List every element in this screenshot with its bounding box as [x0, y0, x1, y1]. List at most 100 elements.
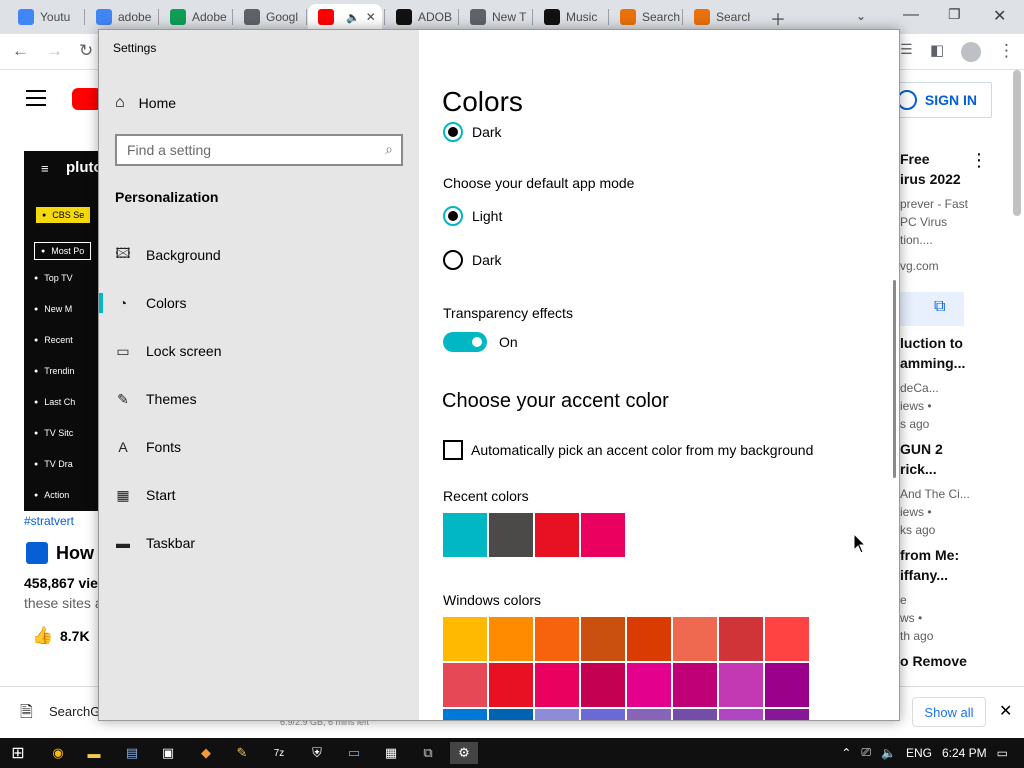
windows-color-swatch[interactable] [627, 617, 671, 661]
browser-tab[interactable]: ADOB [386, 4, 460, 30]
windows-color-swatch[interactable] [581, 663, 625, 707]
file-explorer-icon[interactable]: ▬ [80, 742, 108, 764]
side-panel-icon[interactable]: ◧ [930, 41, 944, 59]
notepad-icon[interactable]: ▤ [118, 742, 146, 764]
photos-icon[interactable]: ▣ [154, 742, 182, 764]
browser-tab[interactable]: Search [684, 4, 750, 30]
browser-tab[interactable]: adobe [86, 4, 160, 30]
close-browser-button[interactable]: ✕ [993, 6, 1006, 26]
windows-color-swatch[interactable] [627, 663, 671, 707]
windows-color-swatch[interactable] [581, 617, 625, 661]
home-nav[interactable]: ⌂ Home [115, 94, 176, 112]
back-arrow-icon[interactable]: ← [12, 41, 29, 61]
ad-link-box[interactable]: ⧉ [896, 292, 964, 326]
browser-tab[interactable]: Youtu [8, 4, 82, 30]
video-list-title[interactable]: amming... [900, 355, 965, 371]
nav-item-lock-screen[interactable]: ▭ Lock screen [99, 331, 419, 371]
browser-tab[interactable]: New T [460, 4, 534, 30]
windows-color-swatch[interactable] [765, 663, 809, 707]
find-setting-input[interactable]: Find a setting ⌕ [115, 134, 403, 166]
windows-color-swatch[interactable] [489, 709, 533, 720]
windows-color-swatch[interactable] [489, 663, 533, 707]
video-list-title[interactable]: luction to [900, 335, 963, 351]
show-all-button[interactable]: Show all [912, 697, 986, 727]
video-list-title[interactable]: o Remove [900, 653, 967, 669]
monitor-app-icon[interactable]: ▭ [340, 742, 368, 764]
app-icon-tag[interactable]: ✎ [228, 742, 256, 764]
tab-search-chevron-icon[interactable]: ⌄ [856, 9, 866, 23]
browser-tab[interactable]: Music [534, 4, 608, 30]
more-options-icon[interactable]: ⋮ [970, 150, 988, 171]
language-indicator[interactable]: ENG [906, 746, 932, 760]
calendar-app-icon[interactable]: ▦ [377, 742, 405, 764]
windows-color-swatch[interactable] [489, 617, 533, 661]
windows-color-swatch[interactable] [765, 709, 809, 720]
minimize-browser-button[interactable]: — [903, 6, 919, 24]
windows-color-swatch[interactable] [719, 709, 763, 720]
close-tab-icon[interactable]: ✕ [366, 10, 376, 24]
video-thumbnail[interactable]: ≡ pluto ● CBS Se ● Most Po ● Top TV ● New M ● Rec… [24, 151, 103, 511]
volume-icon[interactable]: 🔈 [881, 746, 896, 760]
browser-tab[interactable]: Adobe [160, 4, 234, 30]
windows-color-swatch[interactable] [443, 617, 487, 661]
reload-icon[interactable]: ↻ [79, 41, 93, 61]
windows-mode-dark-radio[interactable]: Dark [443, 122, 502, 142]
windows-color-swatch[interactable] [673, 663, 717, 707]
browser-tab[interactable]: 🔈 ✕ [308, 4, 382, 30]
browser-menu-icon[interactable]: ⋮ [998, 41, 1015, 61]
windows-color-swatch[interactable] [673, 709, 717, 720]
browser-tab[interactable]: Googl [234, 4, 308, 30]
7zip-icon[interactable]: 7z [265, 742, 293, 764]
tray-overflow-icon[interactable]: ⌃ [841, 746, 851, 760]
video-list-title[interactable]: irus 2022 [900, 171, 961, 187]
security-shield-icon[interactable]: ⛨ [303, 742, 331, 764]
windows-color-swatch[interactable] [765, 617, 809, 661]
windows-color-swatch[interactable] [581, 709, 625, 720]
page-scrollbar[interactable] [1013, 70, 1021, 216]
app-icon-orange[interactable]: ◆ [192, 742, 220, 764]
notification-icon[interactable]: ▭ [997, 746, 1008, 760]
nav-item-themes[interactable]: ✎ Themes [99, 379, 419, 419]
close-download-bar-icon[interactable]: ✕ [999, 701, 1012, 721]
windows-start-icon[interactable]: ⊞ [4, 742, 32, 764]
windows-color-swatch[interactable] [535, 709, 579, 720]
recent-color-swatch[interactable] [489, 513, 533, 557]
recent-color-swatch[interactable] [581, 513, 625, 557]
transparency-toggle[interactable] [443, 332, 487, 352]
nav-item-start[interactable]: ▦ Start [99, 475, 419, 515]
windows-color-swatch[interactable] [535, 617, 579, 661]
audio-playing-icon[interactable]: 🔈 [346, 11, 360, 24]
browser-tab[interactable]: Search [610, 4, 684, 30]
reading-list-icon[interactable]: ☰ [900, 41, 913, 58]
screenshot-app-icon[interactable]: ⧉ [414, 742, 442, 764]
app-mode-dark-radio[interactable]: Dark [443, 250, 502, 270]
content-scrollbar[interactable] [893, 280, 896, 478]
chrome-icon[interactable]: ◉ [44, 742, 72, 764]
settings-taskbar-icon[interactable]: ⚙ [450, 742, 478, 764]
sign-in-button[interactable]: SIGN IN [886, 82, 992, 118]
restore-browser-button[interactable]: ❐ [948, 6, 961, 23]
video-list-title[interactable]: GUN 2 [900, 441, 943, 457]
auto-accent-checkbox[interactable]: Automatically pick an accent color from … [443, 440, 813, 460]
network-icon[interactable]: ⎚ [861, 745, 871, 760]
forward-arrow-icon[interactable]: → [46, 41, 63, 61]
clock[interactable]: 6:24 PM [942, 746, 987, 760]
app-mode-light-radio[interactable]: Light [443, 206, 502, 226]
nav-item-taskbar[interactable]: ▬ Taskbar [99, 523, 419, 563]
new-tab-button[interactable]: ＋ [770, 6, 786, 30]
profile-avatar-icon[interactable] [961, 42, 981, 62]
hashtag-link[interactable]: #stratvert [24, 514, 74, 528]
windows-color-swatch[interactable] [719, 617, 763, 661]
windows-color-swatch[interactable] [627, 709, 671, 720]
windows-color-swatch[interactable] [535, 663, 579, 707]
nav-item-colors[interactable]: ◔ Colors [99, 283, 419, 323]
video-list-title[interactable]: Free [900, 151, 930, 167]
recent-color-swatch[interactable] [443, 513, 487, 557]
windows-color-swatch[interactable] [443, 709, 487, 720]
video-list-title[interactable]: from Me: [900, 547, 959, 563]
hamburger-menu-icon[interactable] [26, 90, 46, 111]
video-list-title[interactable]: iffany... [900, 567, 948, 583]
nav-item-background[interactable]: 🖾 Background [99, 235, 419, 275]
windows-color-swatch[interactable] [719, 663, 763, 707]
video-list-title[interactable]: rick... [900, 461, 937, 477]
